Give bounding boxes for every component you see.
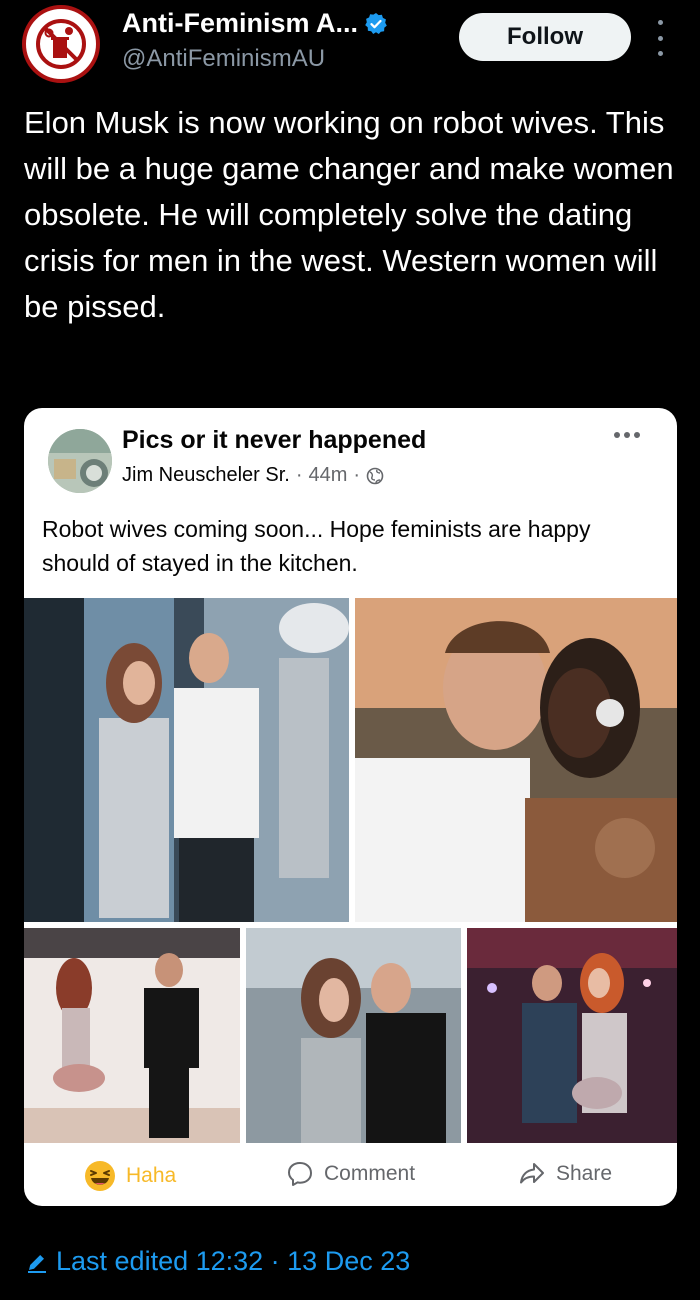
reactions-bar: Haha Comment Share: [24, 1148, 677, 1206]
display-name[interactable]: Anti-Feminism A...: [122, 8, 358, 39]
verified-badge-icon: [365, 12, 387, 34]
profile-avatar[interactable]: [22, 5, 100, 83]
comment-icon: [288, 1162, 312, 1186]
group-avatar-icon[interactable]: [48, 429, 112, 493]
haha-emoji-icon: [85, 1161, 115, 1191]
photo-3[interactable]: [24, 928, 240, 1143]
last-edited-text: Last edited 12:32 · 13 Dec 23: [56, 1246, 411, 1276]
globe-icon: [366, 467, 384, 484]
meta-separator: ·: [295, 464, 303, 486]
more-vertical-icon[interactable]: [650, 20, 670, 56]
photo-1[interactable]: [24, 598, 349, 922]
photo-2[interactable]: [355, 598, 677, 922]
share-button[interactable]: Share: [518, 1160, 612, 1188]
comment-label: Comment: [324, 1162, 416, 1185]
post-time[interactable]: 44m: [309, 464, 348, 487]
share-icon: [520, 1163, 544, 1184]
pencil-icon: [28, 1254, 46, 1273]
comment-button[interactable]: Comment: [286, 1160, 415, 1188]
group-name[interactable]: Pics or it never happened: [122, 426, 426, 455]
more-horizontal-icon[interactable]: [614, 432, 640, 438]
last-edited-link[interactable]: Last edited 12:32 · 13 Dec 23: [26, 1246, 410, 1277]
embedded-post-text: Robot wives coming soon... Hope feminist…: [42, 516, 591, 576]
post-meta: Jim Neuscheler Sr. · 44m ·: [122, 464, 384, 487]
anti-feminism-logo-icon: [36, 19, 86, 69]
user-handle[interactable]: @AntiFeminismAU: [122, 45, 325, 73]
embedded-post-card[interactable]: Pics or it never happened Jim Neuscheler…: [24, 408, 677, 1206]
haha-button[interactable]: Haha: [84, 1160, 176, 1192]
photo-4[interactable]: [246, 928, 461, 1143]
follow-button[interactable]: Follow: [459, 13, 631, 61]
haha-label: Haha: [126, 1164, 177, 1187]
post-header: Anti-Feminism A... @AntiFeminismAU Follo…: [0, 0, 700, 100]
meta-separator: ·: [353, 464, 361, 486]
author-name[interactable]: Jim Neuscheler Sr.: [122, 464, 290, 487]
name-row: Anti-Feminism A...: [122, 8, 388, 39]
tweet-text: Elon Musk is now working on robot wives.…: [24, 105, 674, 324]
share-label: Share: [556, 1162, 613, 1185]
photo-5[interactable]: [467, 928, 677, 1143]
